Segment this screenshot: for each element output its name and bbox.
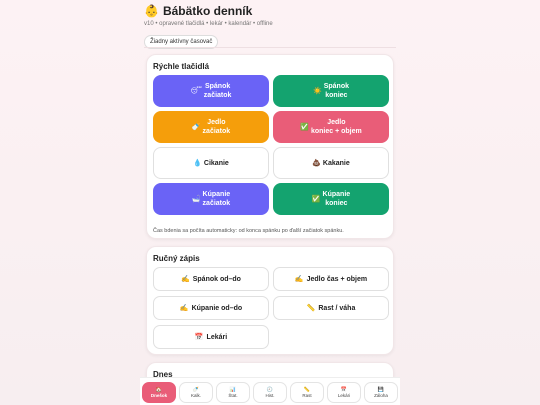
nav-item-label: Rast <box>302 392 312 398</box>
poop-icon: 💩 <box>312 158 321 167</box>
nav-item-lekari[interactable]: 📅 Lekári <box>327 382 361 403</box>
manual-button-rast-vaha[interactable]: 📏 Rast / váha <box>273 296 389 320</box>
manual-button-lekari[interactable]: 📅 Lekári <box>153 325 269 349</box>
quick-button-label: Jedlo koniec + objem <box>310 119 362 135</box>
manual-button-jedlo-cas-objem[interactable]: ✍️ Jedlo čas + objem <box>273 267 389 291</box>
nav-item-label: Hist. <box>265 392 275 398</box>
nav-item-kalk[interactable]: 🍼 Kalk. <box>179 382 213 403</box>
quick-button-jedlo-koniec-objem[interactable]: ✅ Jedlo koniec + objem <box>273 111 389 143</box>
manual-button-label: Rast / váha <box>318 304 356 312</box>
nav-item-dnesok[interactable]: 🏠 Dnešok <box>142 382 176 403</box>
sleep-icon: 😴 <box>190 86 202 95</box>
quick-button-label: Jedlo začiatok <box>202 119 231 135</box>
nav-item-label: Kalk. <box>190 392 201 398</box>
quick-button-kupanie-koniec[interactable]: ✅ Kúpanie koniec <box>273 183 389 215</box>
sun-icon: ☀️ <box>312 86 322 95</box>
quick-button-kakanie[interactable]: 💩 Kakanie <box>273 147 389 179</box>
quick-button-label: Kúpanie začiatok <box>202 191 231 207</box>
quick-button-spanok-zaciatok[interactable]: 😴 Spánok začiatok <box>153 75 269 107</box>
manual-button-spanok-od-do[interactable]: ✍️ Spánok od–do <box>153 267 269 291</box>
manual-button-label: Lekári <box>206 333 228 341</box>
quick-button-label: Kúpanie koniec <box>322 191 351 207</box>
quick-button-label: Kakanie <box>322 159 350 167</box>
app-header: 👶 Bábätko denník v10 • opravené tlačidlá… <box>144 4 396 49</box>
calendar-icon: 📅 <box>194 333 204 341</box>
wake-time-note: Čas bdenia sa počíta automaticky: od kon… <box>153 228 344 234</box>
writing-hand-icon: ✍️ <box>181 275 190 283</box>
nav-item-stat[interactable]: 📊 Štat. <box>216 382 250 403</box>
bottom-nav: 🏠 Dnešok 🍼 Kalk. 📊 Štat. 🕘 Hist. 📏 Rast 📅 Lekári 💾 Zá… <box>140 377 400 405</box>
writing-hand-icon: ✍️ <box>294 275 304 283</box>
manual-entry-card: Ručný zápis ✍️ Spánok od–do ✍️ Jedlo čas + … <box>146 246 394 355</box>
check-icon: ✅ <box>311 194 321 203</box>
quick-button-spanok-koniec[interactable]: ☀️ Spánok koniec <box>273 75 389 107</box>
nav-item-label: Dnešok <box>150 392 168 398</box>
baby-icon: 👶 <box>144 4 159 18</box>
check-icon: ✅ <box>300 122 309 131</box>
nav-item-label: Štat. <box>228 392 238 398</box>
app-subtitle: v10 • opravené tlačidlá • lekár • kalend… <box>144 21 273 27</box>
bathtub-icon: 🛁 <box>191 194 201 203</box>
quick-buttons-title: Rýchle tlačidlá <box>153 62 210 71</box>
nav-item-label: Záloha <box>374 392 388 398</box>
quick-button-cikanie[interactable]: 💧 Cikanie <box>153 147 269 179</box>
nav-item-rast[interactable]: 📏 Rast <box>290 382 324 403</box>
quick-button-label: Cikanie <box>203 159 229 167</box>
title-row: 👶 Bábätko denník <box>144 4 396 18</box>
writing-hand-icon: ✍️ <box>179 304 189 312</box>
manual-button-label: Jedlo čas + objem <box>306 275 368 283</box>
ruler-icon: 📏 <box>306 304 316 312</box>
quick-button-label: Spánok koniec <box>323 83 349 99</box>
bottle-icon: 🍼 <box>191 122 201 131</box>
quick-button-kupanie-zaciatok[interactable]: 🛁 Kúpanie začiatok <box>153 183 269 215</box>
quick-button-label: Spánok začiatok <box>203 83 232 99</box>
manual-button-kupanie-od-do[interactable]: ✍️ Kúpanie od–do <box>153 296 269 320</box>
page-title: Bábätko denník <box>162 4 253 18</box>
nav-item-hist[interactable]: 🕘 Hist. <box>253 382 287 403</box>
nav-item-label: Lekári <box>337 392 351 398</box>
droplet-icon: 💧 <box>193 158 202 167</box>
header-divider <box>144 47 396 48</box>
manual-button-label: Spánok od–do <box>192 275 241 283</box>
quick-button-jedlo-zaciatok[interactable]: 🍼 Jedlo začiatok <box>153 111 269 143</box>
quick-buttons-card: Rýchle tlačidlá 😴 Spánok začiatok ☀️ Spánok… <box>146 54 394 239</box>
nav-item-zaloha[interactable]: 💾 Záloha <box>364 382 398 403</box>
manual-entry-title: Ručný zápis <box>153 254 200 263</box>
manual-button-label: Kúpanie od–do <box>191 304 243 312</box>
